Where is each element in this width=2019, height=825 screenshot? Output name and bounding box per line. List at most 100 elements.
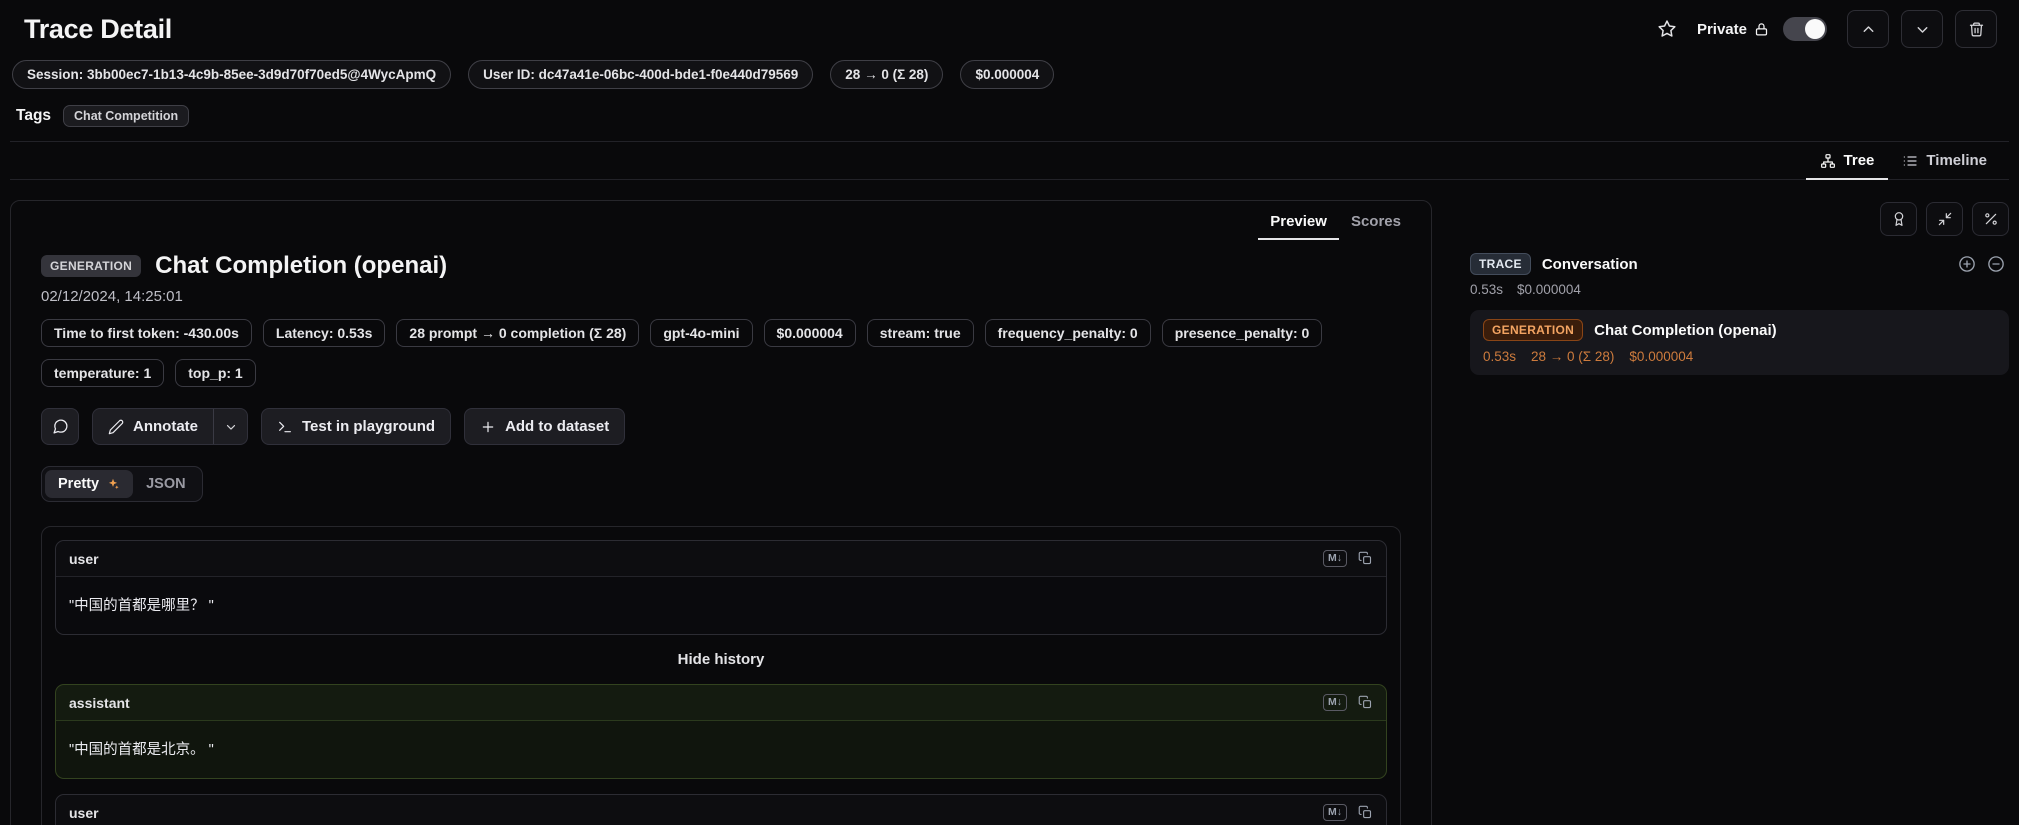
tree-icon xyxy=(1820,153,1836,169)
tab-tree[interactable]: Tree xyxy=(1806,142,1889,180)
tab-timeline[interactable]: Timeline xyxy=(1888,142,2001,180)
public-sharing-toggle[interactable] xyxy=(1783,17,1827,41)
tab-scores[interactable]: Scores xyxy=(1339,205,1413,240)
add-to-dataset-label: Add to dataset xyxy=(505,418,609,435)
tag-chat-competition[interactable]: Chat Competition xyxy=(63,105,189,127)
pill-stream: stream: true xyxy=(867,319,974,347)
trace-type-badge: TRACE xyxy=(1470,253,1531,275)
trace-meta-row: Session: 3bb00ec7-1b13-4c9b-85ee-3d9d70f… xyxy=(10,58,2009,89)
expand-node-button[interactable] xyxy=(1958,255,1976,273)
timeline-icon xyxy=(1902,153,1918,169)
delete-trace-button[interactable] xyxy=(1955,10,1997,48)
sparkles-icon xyxy=(106,477,120,491)
format-pretty-label: Pretty xyxy=(58,476,99,492)
pill-latency: Latency: 0.53s xyxy=(263,319,386,347)
copy-button[interactable] xyxy=(1358,551,1373,566)
message-content: "中国的首都是哪里？ " xyxy=(56,577,1386,634)
percent-icon xyxy=(1983,211,1999,227)
message-actions: M↓ xyxy=(1323,694,1373,711)
total-cost-badge: $0.000004 xyxy=(960,60,1054,89)
message-header: user M↓ xyxy=(56,795,1386,825)
scores-toggle-button[interactable] xyxy=(1880,202,1917,236)
tags-row: Tags Chat Competition xyxy=(10,105,2009,142)
format-pretty-tab[interactable]: Pretty xyxy=(45,470,133,498)
format-json-label: JSON xyxy=(146,476,186,492)
comments-button[interactable] xyxy=(41,408,79,445)
pill-presence-penalty: presence_penalty: 0 xyxy=(1162,319,1323,347)
markdown-toggle-icon[interactable]: M↓ xyxy=(1323,804,1347,821)
plus-circle-icon xyxy=(1958,255,1976,273)
toggle-knob xyxy=(1805,19,1825,39)
message-user-1: user M↓ "中国的首都是哪里？ " xyxy=(55,540,1387,635)
annotate-dropdown-button[interactable] xyxy=(213,409,247,444)
format-json-tab[interactable]: JSON xyxy=(133,470,199,498)
chevron-down-icon xyxy=(1914,21,1931,38)
observation-tabs: Preview Scores xyxy=(11,201,1431,240)
message-role: user xyxy=(69,551,99,567)
chat-bubble-icon xyxy=(52,418,69,435)
add-to-dataset-button[interactable]: Add to dataset xyxy=(464,408,625,445)
node-metrics: 0.53s 28 → 0 (Σ 28) $0.000004 xyxy=(1483,349,1996,364)
previous-trace-button[interactable] xyxy=(1847,10,1889,48)
generation-badge: GENERATION xyxy=(1483,319,1583,341)
observation-timestamp: 02/12/2024, 14:25:01 xyxy=(41,288,1401,305)
star-icon xyxy=(1657,19,1677,39)
format-toggle: Pretty JSON xyxy=(41,466,203,502)
visibility-status: Private xyxy=(1697,21,1769,38)
annotate-button[interactable]: Annotate xyxy=(93,409,213,444)
trace-node[interactable]: TRACE Conversation xyxy=(1462,253,2009,275)
message-content: "中国的首都是北京。 " xyxy=(56,721,1386,778)
page-title: Trace Detail xyxy=(24,14,172,45)
message-header: user M↓ xyxy=(56,541,1386,577)
observation-title: Chat Completion (openai) xyxy=(155,252,447,280)
generation-node-selected[interactable]: GENERATION Chat Completion (openai) 0.53… xyxy=(1470,310,2009,375)
copy-icon xyxy=(1358,805,1373,820)
tab-preview[interactable]: Preview xyxy=(1258,205,1339,240)
playground-label: Test in playground xyxy=(302,418,435,435)
annotate-label: Annotate xyxy=(133,418,198,435)
trace-cost: $0.000004 xyxy=(1517,282,1581,297)
token-usage-badge: 28 → 0 (Σ 28) xyxy=(830,60,943,89)
next-trace-button[interactable] xyxy=(1901,10,1943,48)
pill-temperature: temperature: 1 xyxy=(41,359,164,387)
lock-icon xyxy=(1754,22,1769,37)
session-badge[interactable]: Session: 3bb00ec7-1b13-4c9b-85ee-3d9d70f… xyxy=(12,60,451,89)
collapse-all-button[interactable] xyxy=(1926,202,1963,236)
markdown-toggle-icon[interactable]: M↓ xyxy=(1323,550,1347,567)
trace-detail-page: Trace Detail Private Session: 3bb00ec7-1… xyxy=(0,0,2019,825)
collapse-node-button[interactable] xyxy=(1987,255,2005,273)
tab-timeline-label: Timeline xyxy=(1926,152,1987,169)
markdown-toggle-icon[interactable]: M↓ xyxy=(1323,694,1347,711)
private-label: Private xyxy=(1697,21,1747,38)
pill-model[interactable]: gpt-4o-mini xyxy=(650,319,752,347)
message-assistant: assistant M↓ "中国的首都是北京。 " xyxy=(55,684,1387,779)
copy-icon xyxy=(1358,695,1373,710)
metrics-toggle-button[interactable] xyxy=(1972,202,2009,236)
generation-type-badge: GENERATION xyxy=(41,255,141,277)
copy-button[interactable] xyxy=(1358,805,1373,820)
view-tabs: Tree Timeline xyxy=(10,142,2009,180)
annotate-button-group: Annotate xyxy=(92,408,248,445)
message-user-2: user M↓ "谢谢" xyxy=(55,794,1387,825)
copy-button[interactable] xyxy=(1358,695,1373,710)
playground-button[interactable]: Test in playground xyxy=(261,408,451,445)
bookmark-star-button[interactable] xyxy=(1649,11,1685,47)
minus-circle-icon xyxy=(1987,255,2005,273)
tab-preview-label: Preview xyxy=(1270,213,1327,230)
pen-icon xyxy=(108,419,124,435)
pill-frequency-penalty: frequency_penalty: 0 xyxy=(985,319,1151,347)
main-content: Preview Scores GENERATION Chat Completio… xyxy=(10,200,2009,825)
trace-name: Conversation xyxy=(1542,256,1638,273)
trace-metrics: 0.53s $0.000004 xyxy=(1462,282,2009,297)
user-id-badge[interactable]: User ID: dc47a41e-06bc-400d-bde1-f0e440d… xyxy=(468,60,813,89)
node-tokens: 28 → 0 (Σ 28) xyxy=(1531,349,1614,364)
award-icon xyxy=(1891,211,1907,227)
message-header: assistant M↓ xyxy=(56,685,1386,721)
tags-label: Tags xyxy=(16,107,51,125)
collapse-icon xyxy=(1937,211,1953,227)
observation-actions: Annotate Test in playground Add to datas… xyxy=(41,408,1401,445)
chevron-up-icon xyxy=(1860,21,1877,38)
node-title-row: GENERATION Chat Completion (openai) xyxy=(1483,319,1996,341)
node-name: Chat Completion (openai) xyxy=(1594,322,1777,339)
hide-history-toggle[interactable]: Hide history xyxy=(55,650,1387,669)
